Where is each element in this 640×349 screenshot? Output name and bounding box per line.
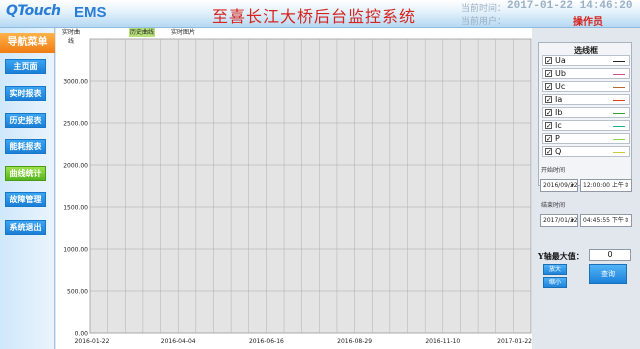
zoom-out-button[interactable]: 缩小 — [543, 277, 567, 288]
x-tick-label: 2016-01-22 — [75, 338, 110, 345]
current-time-label: 当前时间： — [461, 4, 507, 14]
series-name: Ib — [555, 108, 563, 117]
series-name: Ic — [555, 121, 562, 130]
y-axis-max-label: Y轴最大值： — [538, 251, 584, 261]
nav-energy-report-button[interactable]: 能耗报表 — [5, 139, 46, 154]
series-color-swatch — [613, 152, 625, 153]
x-tick-label: 2016-04-04 — [161, 338, 196, 345]
nav-fault-mgmt-button[interactable]: 故障管理 — [5, 192, 46, 207]
nav-realtime-report-button[interactable]: 实时报表 — [5, 86, 46, 101]
series-name: Uc — [555, 82, 566, 91]
curve-chart: 0.00 500.00 1000.00 1500.00 2000.00 2500.00 30… — [63, 38, 532, 345]
end-date-field[interactable]: 2017/01/22 ▾ — [540, 214, 578, 227]
x-tick-label: 2017-01-22 — [497, 338, 532, 345]
zoom-in-button[interactable]: 放大 — [543, 264, 567, 275]
nav-history-report-button[interactable]: 历史报表 — [5, 113, 46, 128]
nav-menu-title: 导航菜单 — [0, 33, 55, 53]
y-axis-max-input[interactable]: 0 — [589, 249, 631, 261]
header-bar: QTouch EMS 至喜长江大桥后台监控系统 当前时间： 2017-01-22… — [0, 0, 640, 28]
y-tick-label: 500.00 — [67, 289, 88, 296]
series-name: Ia — [555, 95, 563, 104]
start-time-value: 12:00:00 上午 — [583, 182, 624, 189]
nav-curve-stats-button[interactable]: 曲线统计 — [5, 166, 46, 181]
series-color-swatch — [613, 126, 625, 127]
series-name: Ua — [555, 56, 566, 65]
series-color-swatch — [613, 74, 625, 75]
start-time-label: 开始时间 — [541, 167, 566, 174]
calendar-dropdown-icon[interactable]: ▾ — [569, 216, 576, 225]
tab-realtime-image[interactable]: 实时图片 — [170, 28, 196, 37]
series-color-swatch — [613, 87, 625, 88]
y-tick-label: 0.00 — [75, 331, 89, 338]
checkbox-icon[interactable]: ✓ — [545, 122, 552, 130]
series-toggle-ub[interactable]: ✓ Ub — [542, 68, 630, 79]
checkbox-icon[interactable]: ✓ — [545, 83, 552, 91]
plot-area — [89, 38, 532, 334]
series-toggle-ib[interactable]: ✓ Ib — [542, 107, 630, 118]
current-user-label: 当前用户： — [461, 17, 507, 27]
series-color-swatch — [613, 113, 625, 114]
x-tick-label: 2016-06-16 — [249, 338, 284, 345]
nav-home-button[interactable]: 主页面 — [5, 59, 46, 74]
current-user-value: 操作员 — [573, 17, 603, 28]
checkbox-icon[interactable]: ✓ — [545, 70, 552, 78]
spinner-icon[interactable]: ⇕ — [623, 181, 630, 190]
series-toggle-ia[interactable]: ✓ Ia — [542, 94, 630, 105]
nav-exit-button[interactable]: 系统退出 — [5, 220, 46, 235]
series-toggle-ua[interactable]: ✓ Ua — [542, 55, 630, 66]
tab-history-curve[interactable]: 历史曲线 — [129, 28, 155, 37]
spinner-icon[interactable]: ⇕ — [623, 216, 630, 225]
checkbox-icon[interactable]: ✓ — [545, 109, 552, 117]
y-tick-label: 2500.00 — [63, 121, 88, 128]
nav-sidebar: 导航菜单 主页面 实时报表 历史报表 能耗报表 曲线统计 故障管理 系统退出 — [0, 28, 55, 349]
end-time-value: 04:45:55 下午 — [583, 217, 624, 224]
system-title: 至喜长江大桥后台监控系统 — [212, 7, 417, 26]
series-name: P — [555, 134, 560, 143]
series-toggle-q[interactable]: ✓ Q — [542, 146, 630, 157]
calendar-dropdown-icon[interactable]: ▾ — [569, 181, 576, 190]
series-toggle-ic[interactable]: ✓ Ic — [542, 120, 630, 131]
checkbox-icon[interactable]: ✓ — [545, 135, 552, 143]
current-time-value: 2017-01-22 14:46:20 — [507, 0, 633, 12]
y-tick-label: 2000.00 — [63, 163, 88, 170]
qtouch-logo: QTouch — [6, 3, 61, 19]
series-name: Q — [555, 147, 562, 156]
checkbox-icon[interactable]: ✓ — [545, 148, 552, 156]
product-name: EMS — [74, 4, 107, 21]
checkbox-icon[interactable]: ✓ — [545, 57, 552, 65]
y-tick-label: 1000.00 — [63, 247, 88, 254]
series-toggle-p[interactable]: ✓ P — [542, 133, 630, 144]
end-time-field[interactable]: 04:45:55 下午 ⇕ — [580, 214, 632, 227]
series-toggle-uc[interactable]: ✓ Uc — [542, 81, 630, 92]
series-color-swatch — [613, 61, 625, 62]
tab-realtime-curve[interactable]: 实时曲线 — [60, 28, 82, 45]
series-name: Ub — [555, 69, 566, 78]
y-tick-label: 3000.00 — [63, 79, 88, 86]
x-tick-label: 2016-11-10 — [425, 338, 460, 345]
query-button[interactable]: 查询 — [589, 264, 627, 284]
series-color-swatch — [613, 100, 625, 101]
control-panel: 选线框 ✓ Ua ✓ Ub ✓ Uc ✓ Ia ✓ Ib ✓ Ic ✓ P ✓ Q 开始时间 2016/09/… — [532, 28, 640, 349]
curve-chart-panel: 0.00 500.00 1000.00 1500.00 2000.00 2500.00 30… — [56, 28, 532, 349]
x-tick-label: 2016-08-29 — [337, 338, 372, 345]
checkbox-icon[interactable]: ✓ — [545, 96, 552, 104]
end-time-label: 结束时间 — [541, 202, 566, 209]
y-tick-label: 1500.00 — [63, 205, 88, 212]
start-time-field[interactable]: 12:00:00 上午 ⇕ — [580, 179, 632, 192]
series-color-swatch — [613, 139, 625, 140]
start-date-field[interactable]: 2016/09/22 ▾ — [540, 179, 578, 192]
